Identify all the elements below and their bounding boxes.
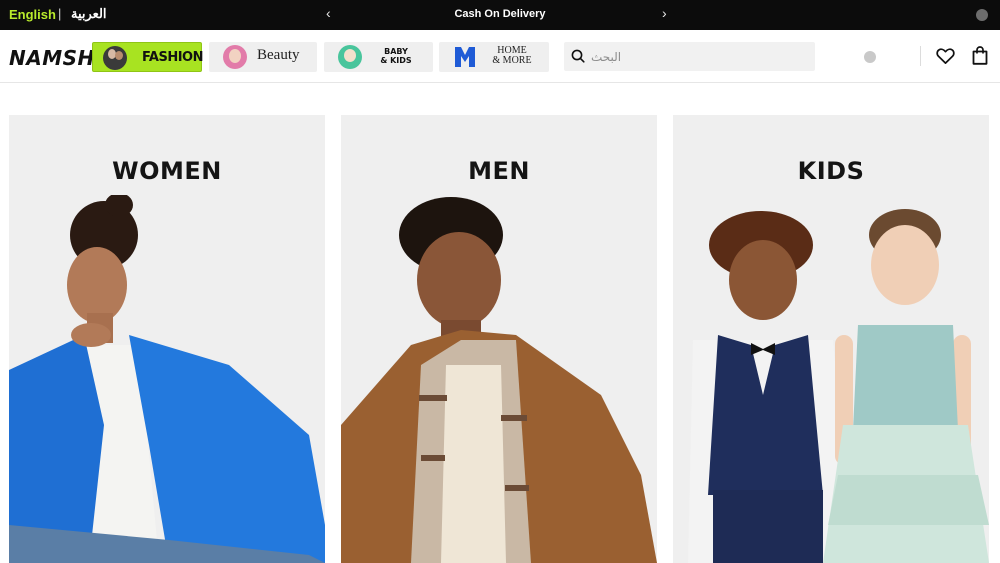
home-more-logo-icon: [453, 45, 477, 69]
topbar-status-dot[interactable]: [976, 9, 988, 21]
promo-message: Cash On Delivery: [454, 8, 546, 20]
category-label-baby-kids: BABY & KIDS: [379, 47, 413, 65]
account-status-dot[interactable]: [864, 51, 876, 63]
kids-models-image: [688, 209, 989, 563]
namshi-logo[interactable]: NAMSHI: [9, 46, 103, 70]
beauty-thumbnail-icon: [223, 45, 247, 69]
search-icon[interactable]: [571, 49, 585, 63]
card-title-women: WOMEN: [112, 157, 222, 185]
shopping-bag-icon[interactable]: [972, 46, 988, 65]
header-divider: [920, 46, 921, 66]
promo-next-arrow-icon[interactable]: ›: [662, 5, 667, 21]
baby-kids-thumbnail-icon: [338, 45, 362, 69]
card-title-kids: KIDS: [797, 157, 865, 185]
language-english-link[interactable]: English: [9, 7, 56, 22]
language-separator: |: [58, 6, 62, 21]
promo-prev-arrow-icon[interactable]: ‹: [326, 5, 331, 21]
language-arabic-link[interactable]: العربية: [71, 6, 107, 22]
men-model-image: [341, 197, 657, 563]
search-input[interactable]: [591, 46, 801, 67]
category-label-fashion: FASHION: [142, 50, 203, 65]
category-card-women[interactable]: WOMEN: [9, 115, 325, 563]
search-bar[interactable]: [564, 42, 815, 71]
women-model-image: [9, 195, 325, 563]
kids-label-line1: BABY: [384, 47, 408, 56]
category-tab-home-more[interactable]: HOME & MORE: [439, 42, 549, 72]
home-label-line2: & MORE: [492, 55, 532, 66]
category-card-kids[interactable]: KIDS: [673, 115, 989, 563]
category-card-men[interactable]: MEN: [341, 115, 657, 563]
fashion-thumbnail-icon: [103, 46, 127, 70]
category-tab-fashion[interactable]: FASHION: [92, 42, 203, 72]
card-title-men: MEN: [468, 157, 530, 185]
category-tab-beauty[interactable]: Beauty: [209, 42, 317, 72]
kids-label-line2: & KIDS: [380, 56, 412, 65]
category-label-home-more: HOME & MORE: [489, 46, 535, 66]
main-header: NAMSHI FASHION Beauty BABY & KIDS HOME &…: [0, 30, 1000, 83]
wishlist-heart-icon[interactable]: [936, 47, 955, 65]
top-announcement-bar: English | العربية ‹ Cash On Delivery ›: [0, 0, 1000, 30]
category-tab-baby-kids[interactable]: BABY & KIDS: [324, 42, 433, 72]
category-label-beauty: Beauty: [257, 47, 300, 63]
